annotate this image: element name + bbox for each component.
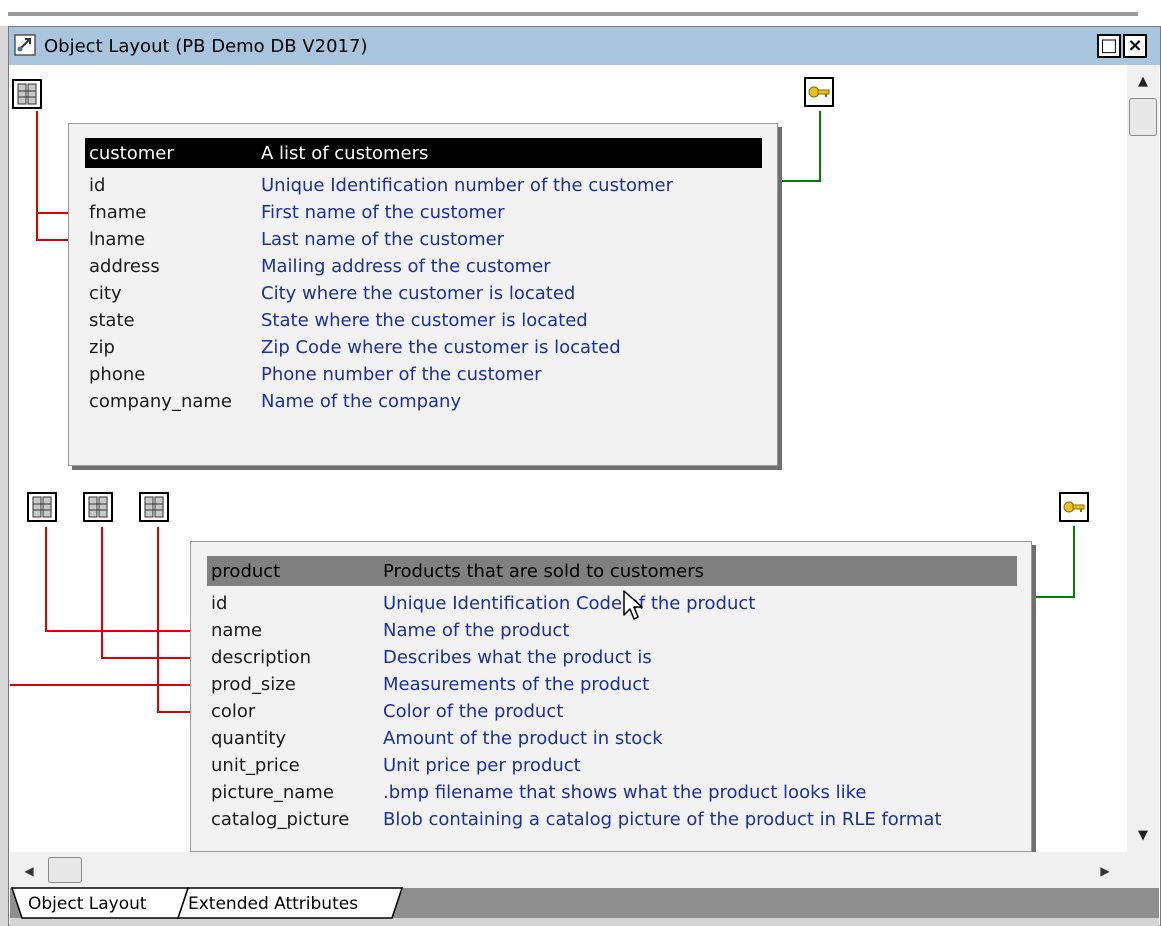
column-row[interactable]: catalog_picture Blob containing a catalog… (207, 806, 1031, 833)
column-name: id (89, 175, 106, 196)
column-name: catalog_picture (211, 809, 350, 830)
column-row[interactable]: address Mailing address of the customer (85, 253, 777, 280)
primary-key-icon[interactable] (804, 77, 834, 107)
table-description: Products that are sold to customers (383, 560, 705, 582)
column-description: Last name of the customer (261, 229, 505, 250)
index-line-name (45, 527, 190, 632)
index-icon[interactable] (83, 492, 113, 522)
column-row[interactable]: company_name Name of the company (85, 388, 777, 415)
scroll-down-arrow-icon[interactable]: ▼ (1127, 822, 1159, 848)
column-row[interactable]: color Color of the product (207, 698, 1031, 725)
key-line-customer (779, 111, 821, 182)
index-line-description (101, 527, 190, 659)
column-description: Amount of the product in stock (383, 728, 663, 749)
column-row[interactable]: prod_size Measurements of the product (207, 671, 1031, 698)
key-line-product (1032, 526, 1075, 598)
vertical-scroll-thumb[interactable] (1129, 98, 1157, 136)
column-description: City where the customer is located (261, 283, 576, 304)
table-name: customer (89, 142, 174, 164)
column-name: address (89, 256, 160, 277)
column-name: prod_size (211, 674, 296, 695)
index-icon[interactable] (12, 79, 42, 109)
column-row[interactable]: fname First name of the customer (85, 199, 777, 226)
column-name: unit_price (211, 755, 300, 776)
tab-extended-attributes[interactable]: Extended Attributes (188, 892, 358, 916)
column-description: Mailing address of the customer (261, 256, 551, 277)
column-name: zip (89, 337, 115, 358)
column-row[interactable]: quantity Amount of the product in stock (207, 725, 1031, 752)
index-line-lname (36, 213, 68, 241)
column-row[interactable]: id Unique Identification Code of the prod… (207, 590, 1031, 617)
product-column-list: id Unique Identification Code of the prod… (207, 590, 1031, 833)
column-name: name (211, 620, 263, 641)
scroll-left-arrow-icon[interactable]: ◀ (14, 858, 44, 884)
customer-table-header: customer A list of customers (85, 138, 762, 168)
column-description: Color of the product (383, 701, 564, 722)
column-description: First name of the customer (261, 202, 505, 223)
column-description: Unit price per product (383, 755, 581, 776)
column-row[interactable]: city City where the customer is located (85, 280, 777, 307)
product-table[interactable]: product Products that are sold to custom… (190, 541, 1032, 852)
index-icon[interactable] (27, 492, 57, 522)
customer-table[interactable]: customer A list of customers id Unique Id… (68, 123, 778, 466)
column-name: picture_name (211, 782, 334, 803)
column-description: Name of the company (261, 391, 462, 412)
column-name: description (211, 647, 312, 668)
table-description: A list of customers (261, 142, 429, 164)
primary-key-icon[interactable] (1059, 492, 1089, 522)
column-description: Describes what the product is (383, 647, 652, 668)
column-description: Name of the product (383, 620, 570, 641)
column-name: id (211, 593, 228, 614)
column-name: lname (89, 229, 146, 250)
column-description: Blob containing a catalog picture of the… (383, 809, 942, 830)
vertical-scrollbar[interactable] (1127, 65, 1159, 852)
column-name: company_name (89, 391, 233, 412)
column-description: Phone number of the customer (261, 364, 542, 385)
column-row[interactable]: description Describes what the product is (207, 644, 1031, 671)
column-name: city (89, 283, 122, 304)
scroll-up-arrow-icon[interactable]: ▲ (1127, 68, 1159, 94)
column-row[interactable]: id Unique Identification number of the cu… (85, 172, 777, 199)
column-row[interactable]: state State where the customer is located (85, 307, 777, 334)
column-row[interactable]: phone Phone number of the customer (85, 361, 777, 388)
tab-object-layout[interactable]: Object Layout (28, 892, 147, 916)
index-line-fname (36, 111, 68, 214)
customer-column-list: id Unique Identification number of the cu… (85, 172, 777, 415)
column-description: Unique Identification Code of the produc… (383, 593, 756, 614)
column-name: state (89, 310, 135, 331)
column-description: Zip Code where the customer is located (261, 337, 621, 358)
column-name: quantity (211, 728, 287, 749)
mouse-cursor-icon (622, 589, 646, 623)
column-name: phone (89, 364, 146, 385)
column-name: fname (89, 202, 147, 223)
horizontal-scrollbar[interactable] (10, 852, 1159, 888)
table-name: product (211, 560, 281, 582)
column-description: Unique Identification number of the cust… (261, 175, 674, 196)
column-row[interactable]: unit_price Unit price per product (207, 752, 1031, 779)
index-icon[interactable] (139, 492, 169, 522)
column-description: Measurements of the product (383, 674, 650, 695)
column-name: color (211, 701, 256, 722)
scroll-right-arrow-icon[interactable]: ▶ (1090, 858, 1120, 884)
column-row[interactable]: zip Zip Code where the customer is locate… (85, 334, 777, 361)
column-description: .bmp filename that shows what the produc… (383, 782, 867, 803)
product-table-header: product Products that are sold to custom… (207, 556, 1017, 586)
column-row[interactable]: picture_name .bmp filename that shows wha… (207, 779, 1031, 806)
column-row[interactable]: lname Last name of the customer (85, 226, 777, 253)
column-row[interactable]: name Name of the product (207, 617, 1031, 644)
horizontal-scroll-thumb[interactable] (48, 857, 82, 883)
column-description: State where the customer is located (261, 310, 588, 331)
